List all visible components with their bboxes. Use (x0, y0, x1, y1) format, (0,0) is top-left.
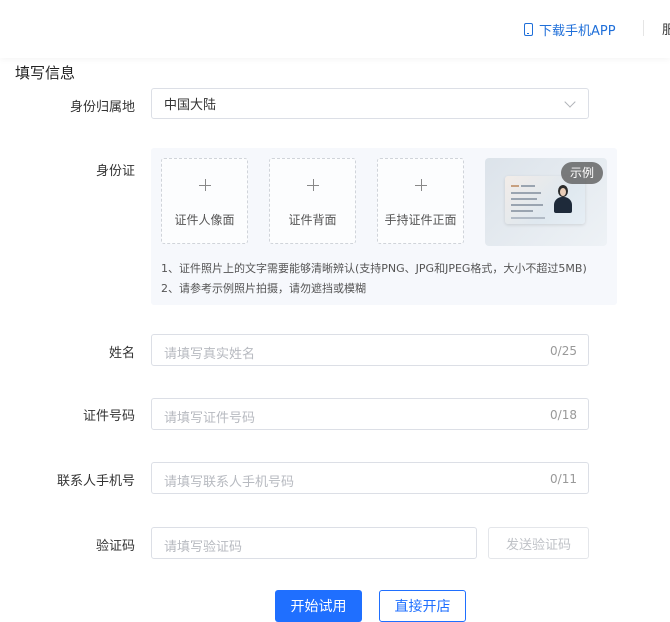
start-trial-button[interactable]: 开始试用 (275, 590, 362, 622)
download-app-link[interactable]: 下载手机APP (524, 19, 616, 39)
topbar-divider (643, 20, 644, 36)
upload-id-front[interactable]: 证件人像面 (161, 158, 248, 244)
id-number-placeholder: 请填写证件号码 (164, 411, 256, 426)
upload-note-1: 1、证件照片上的文字需要能够清晰辨认(支持PNG、JPG和JPEG格式，大小不超… (161, 262, 587, 275)
id-number-label: 证件号码 (82, 409, 135, 424)
id-upload-panel: 证件人像面 证件背面 手持证件正面 示例 1、证件照片上的文字需要能够清晰辨认(… (151, 148, 617, 305)
download-app-label: 下载手机APP (539, 23, 616, 39)
upload-label: 证件背面 (288, 213, 337, 227)
send-code-button[interactable]: 发送验证码 (488, 527, 589, 559)
region-select[interactable]: 中国大陆 (151, 88, 589, 119)
plus-icon (307, 179, 319, 191)
phone-placeholder: 请填写联系人手机号码 (164, 475, 295, 490)
sample-badge: 示例 (560, 162, 603, 184)
sample-id-image[interactable]: 示例 (485, 158, 607, 246)
section-title: 填写信息 (15, 64, 76, 82)
name-input[interactable]: 请填写真实姓名 0/25 (151, 334, 589, 366)
name-placeholder: 请填写真实姓名 (164, 347, 256, 362)
id-card-label: 身份证 (95, 164, 135, 179)
id-number-input[interactable]: 请填写证件号码 0/18 (151, 398, 589, 430)
upload-note-2: 2、请参考示例照片拍摄，请勿遮挡或模糊 (161, 282, 366, 295)
topbar-clipped-link[interactable]: 服 (662, 19, 670, 38)
upload-label: 证件人像面 (174, 213, 235, 227)
verification-code-input[interactable]: 请填写验证码 (151, 527, 477, 559)
top-bar: 下载手机APP 服 (0, 0, 670, 58)
plus-icon (199, 179, 211, 191)
code-label: 验证码 (95, 539, 135, 554)
plus-icon (415, 179, 427, 191)
region-label: 身份归属地 (69, 100, 135, 115)
chevron-down-icon (564, 96, 576, 108)
region-select-value: 中国大陆 (164, 98, 217, 113)
code-placeholder: 请填写验证码 (164, 540, 243, 555)
id-number-counter: 0/18 (550, 408, 577, 422)
phone-counter: 0/11 (550, 472, 577, 486)
open-store-button[interactable]: 直接开店 (379, 590, 466, 622)
name-label: 姓名 (108, 346, 135, 361)
phone-icon (524, 22, 533, 36)
upload-label: 手持证件正面 (384, 213, 457, 227)
upload-id-handheld[interactable]: 手持证件正面 (377, 158, 464, 244)
name-counter: 0/25 (550, 344, 577, 358)
upload-id-back[interactable]: 证件背面 (269, 158, 356, 244)
phone-input[interactable]: 请填写联系人手机号码 0/11 (151, 462, 589, 494)
phone-label: 联系人手机号 (56, 474, 135, 489)
